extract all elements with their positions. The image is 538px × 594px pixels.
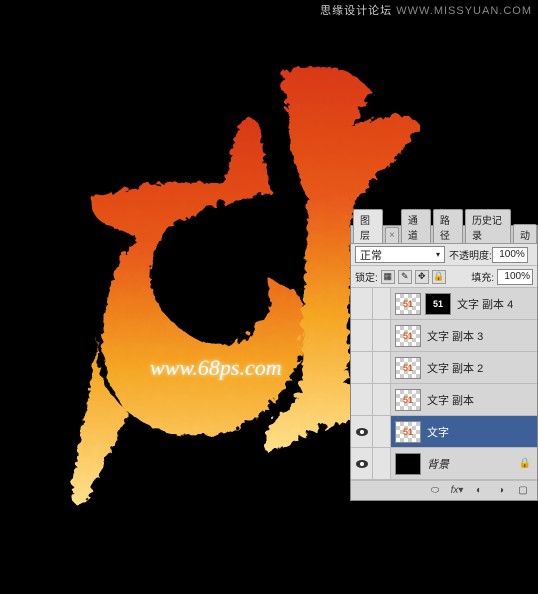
layer-item[interactable]: 51 文字 副本 3 xyxy=(351,320,537,352)
layer-item[interactable]: 背景 🔒 xyxy=(351,448,537,480)
layer-thumb: 51 xyxy=(395,293,421,315)
tab-layers[interactable]: 图层 xyxy=(353,209,383,243)
panel-tabs: 图层 × 通道 路径 历史记录 动 xyxy=(351,226,537,244)
link-col[interactable] xyxy=(373,384,391,415)
layer-item[interactable]: 51 文字 副本 xyxy=(351,384,537,416)
layer-thumb: 51 xyxy=(395,357,421,379)
panel-footer: ⬭ fx▾ ◐ ◑ ▢ xyxy=(351,480,537,500)
lock-icon: 🔒 xyxy=(519,458,531,469)
visibility-toggle[interactable] xyxy=(351,288,373,319)
adjustment-icon[interactable]: ◑ xyxy=(493,484,509,498)
lock-all-icon[interactable]: 🔒 xyxy=(432,270,446,284)
layer-item[interactable]: 51 51 文字 副本 4 xyxy=(351,288,537,320)
blend-mode-select[interactable]: 正常 ▾ xyxy=(355,246,445,263)
visibility-toggle[interactable] xyxy=(351,352,373,383)
mask-icon[interactable]: ◐ xyxy=(471,484,487,498)
layer-thumb: 51 xyxy=(395,325,421,347)
tab-actions[interactable]: 动 xyxy=(513,224,537,243)
layer-thumb: 51 xyxy=(395,389,421,411)
top-watermark: 思缘设计论坛 WWW.MISSYUAN.COM xyxy=(320,2,532,18)
lock-pixels-icon[interactable]: ✎ xyxy=(398,270,412,284)
visibility-toggle[interactable] xyxy=(351,416,373,447)
fx-icon[interactable]: fx▾ xyxy=(449,484,465,498)
lock-fill-row: 锁定: ▦ ✎ ✥ 🔒 填充: 100% xyxy=(351,266,537,288)
link-layers-icon[interactable]: ⬭ xyxy=(427,484,443,498)
link-col[interactable] xyxy=(373,448,391,479)
layer-thumb xyxy=(395,453,421,475)
layer-thumb: 51 xyxy=(395,421,421,443)
layers-panel: 图层 × 通道 路径 历史记录 动 正常 ▾ 不透明度: 100% 锁定: ▦ … xyxy=(350,225,538,501)
link-col[interactable] xyxy=(373,320,391,351)
layer-item[interactable]: 51 文字 xyxy=(351,416,537,448)
lock-position-icon[interactable]: ✥ xyxy=(415,270,429,284)
link-col[interactable] xyxy=(373,288,391,319)
visibility-toggle[interactable] xyxy=(351,320,373,351)
center-watermark: www.68ps.com xyxy=(150,355,282,381)
layer-item[interactable]: 51 文字 副本 2 xyxy=(351,352,537,384)
opacity-input[interactable]: 100% xyxy=(492,247,528,263)
layer-mask-thumb: 51 xyxy=(425,293,451,315)
lock-transparency-icon[interactable]: ▦ xyxy=(381,270,395,284)
link-col[interactable] xyxy=(373,416,391,447)
tab-history[interactable]: 历史记录 xyxy=(465,209,511,243)
fill-input[interactable]: 100% xyxy=(497,269,533,285)
visibility-toggle[interactable] xyxy=(351,448,373,479)
tab-paths[interactable]: 路径 xyxy=(433,209,463,243)
group-icon[interactable]: ▢ xyxy=(515,484,531,498)
chevron-down-icon: ▾ xyxy=(436,250,440,259)
layer-list: 51 51 文字 副本 4 51 文字 副本 3 51 文字 副本 2 51 文… xyxy=(351,288,537,480)
blend-opacity-row: 正常 ▾ 不透明度: 100% xyxy=(351,244,537,266)
link-col[interactable] xyxy=(373,352,391,383)
visibility-toggle[interactable] xyxy=(351,384,373,415)
tab-channels[interactable]: 通道 xyxy=(401,209,431,243)
